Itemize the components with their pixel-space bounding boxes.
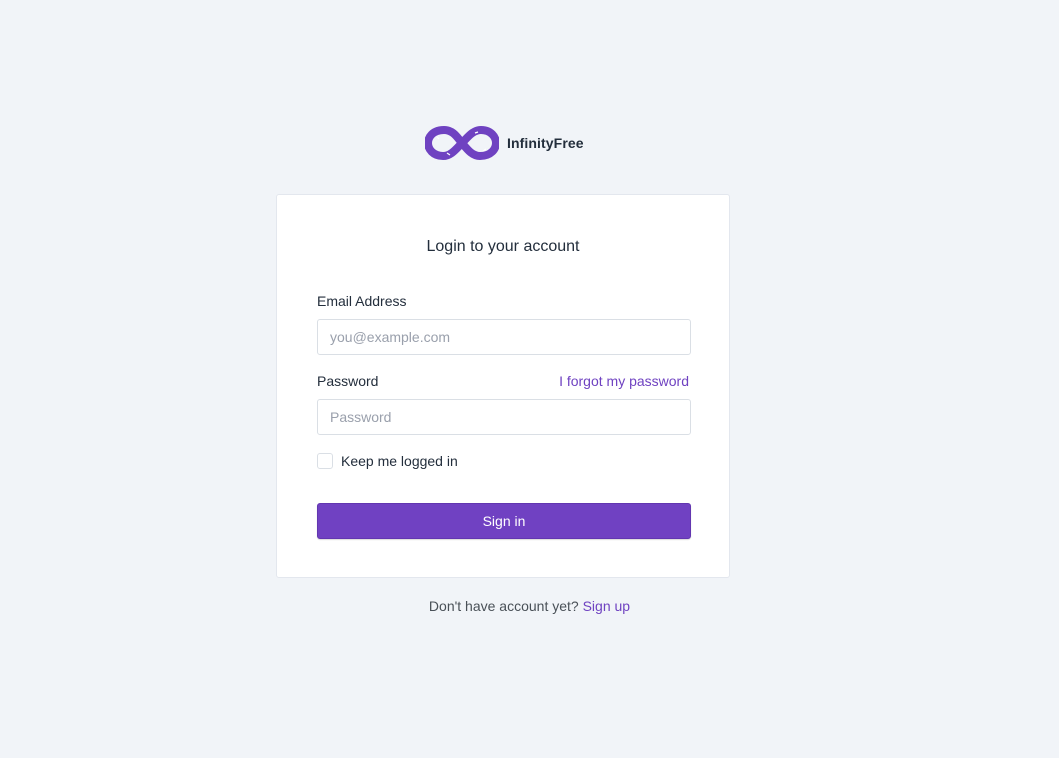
remember-label: Keep me logged in: [341, 453, 458, 469]
signup-prompt: Don't have account yet? Sign up: [0, 598, 1059, 614]
brand[interactable]: InfinityFree: [425, 124, 584, 162]
signup-prompt-text: Don't have account yet?: [428, 598, 579, 614]
login-title: Login to your account: [426, 238, 580, 255]
password-label: Password: [317, 373, 379, 389]
email-label: Email Address: [317, 293, 407, 309]
sign-up-link[interactable]: Sign up: [583, 598, 630, 614]
sign-in-button[interactable]: Sign in: [317, 503, 691, 539]
email-input[interactable]: [317, 319, 691, 355]
brand-name: InfinityFree: [507, 135, 584, 151]
remember-checkbox[interactable]: [317, 453, 333, 469]
forgot-password-link[interactable]: I forgot my password: [559, 373, 689, 389]
infinity-icon: [425, 126, 499, 160]
login-card: Login to your account Email Address Pass…: [276, 194, 730, 578]
remember-me[interactable]: Keep me logged in: [317, 453, 458, 469]
password-input[interactable]: [317, 399, 691, 435]
